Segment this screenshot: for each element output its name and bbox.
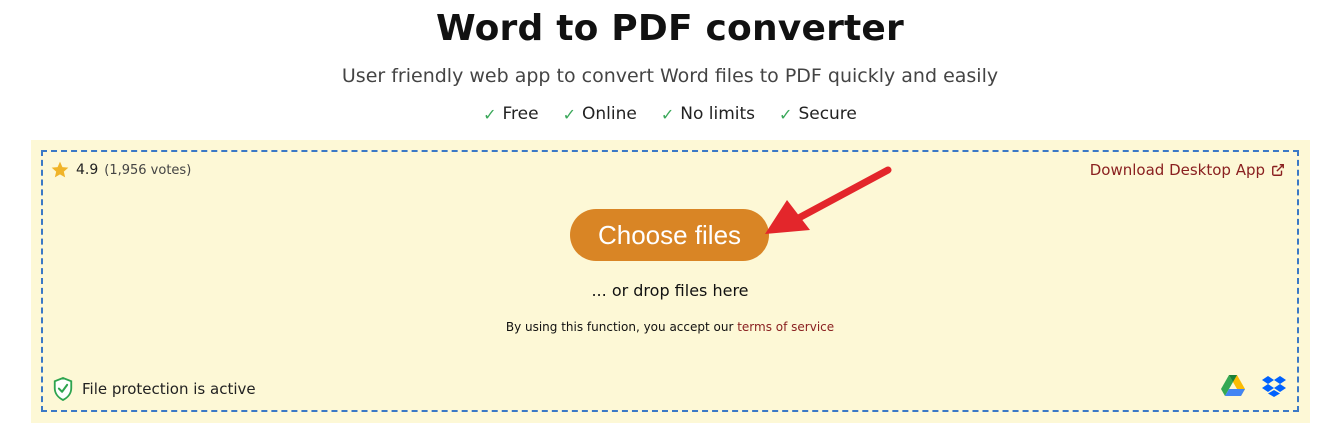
dropbox-icon[interactable]: [1262, 375, 1286, 397]
choose-files-button[interactable]: Choose files: [570, 209, 769, 261]
page-title: Word to PDF converter: [436, 8, 904, 49]
drop-files-hint: ... or drop files here: [591, 281, 749, 300]
cloud-storage-options: [1220, 374, 1286, 398]
terms-of-service-link[interactable]: terms of service: [737, 320, 834, 334]
shield-check-icon: [53, 377, 73, 402]
feature-list: ✓ Free ✓ Online ✓ No limits ✓ Secure: [0, 104, 1325, 124]
check-icon: ✓: [660, 104, 675, 124]
feature-online: ✓ Online: [563, 104, 637, 124]
external-link-icon: [1272, 164, 1284, 176]
rating: 4.9 (1,956 votes): [50, 160, 191, 180]
file-protection-label: File protection is active: [82, 380, 256, 398]
star-icon: [51, 161, 69, 178]
download-desktop-app-label: Download Desktop App: [1089, 161, 1265, 179]
terms-prefix: By using this function, you accept our: [505, 320, 738, 334]
page-subtitle: User friendly web app to convert Word fi…: [341, 65, 999, 87]
check-icon: ✓: [483, 104, 497, 124]
feature-label: Free: [502, 104, 539, 124]
rating-score: 4.9: [76, 162, 99, 178]
download-desktop-app-link[interactable]: Download Desktop App: [1090, 161, 1285, 179]
check-icon: ✓: [779, 104, 793, 124]
file-protection-status: File protection is active: [52, 376, 256, 402]
google-drive-icon[interactable]: [1220, 374, 1246, 398]
feature-free: ✓ Free: [483, 104, 538, 124]
terms-notice: By using this function, you accept our t…: [0, 320, 1325, 334]
feature-secure: ✓ Secure: [779, 104, 857, 124]
check-icon: ✓: [562, 104, 576, 124]
feature-label: Secure: [798, 104, 857, 124]
feature-label: Online: [582, 104, 637, 124]
feature-label: No limits: [680, 104, 756, 124]
feature-no-limits: ✓ No limits: [661, 104, 755, 124]
rating-votes: (1,956 votes): [104, 162, 192, 178]
